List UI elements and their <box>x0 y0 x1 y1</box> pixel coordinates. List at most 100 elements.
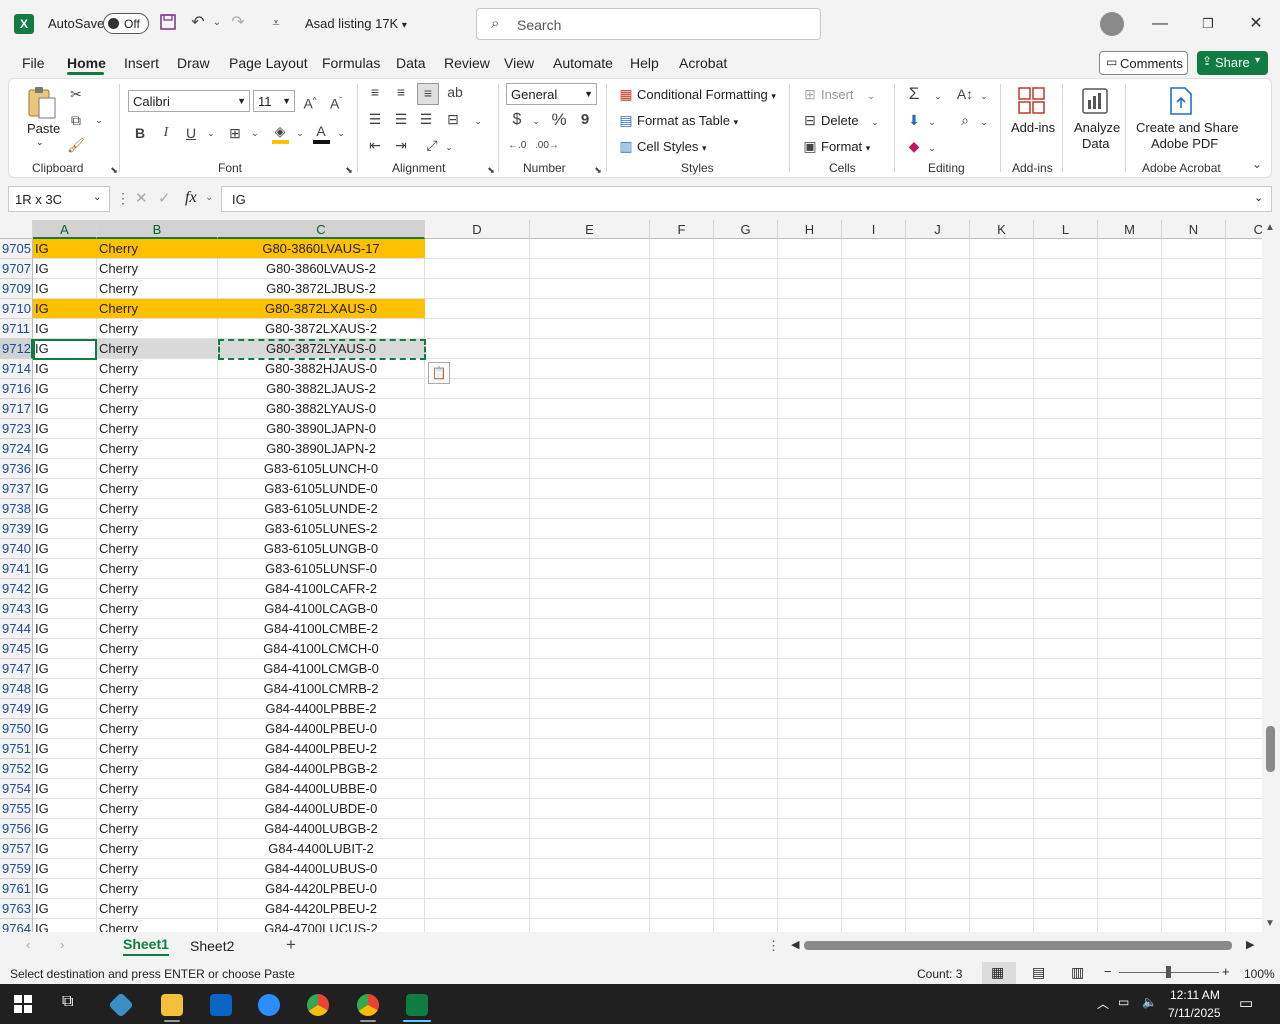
select-all-corner[interactable] <box>0 220 33 239</box>
cell-b[interactable]: Cherry <box>97 799 218 819</box>
font-size-dropdown[interactable]: 11 ▼ <box>253 90 295 112</box>
italic-button[interactable]: I <box>157 124 175 142</box>
cancel-entry-icon[interactable]: ✕ <box>135 189 148 207</box>
row-header[interactable]: 9759 <box>0 859 33 879</box>
tab-file[interactable]: File <box>22 55 45 71</box>
cell-a[interactable]: IG <box>33 899 97 919</box>
cell-b[interactable]: Cherry <box>97 719 218 739</box>
column-header-l[interactable]: L <box>1034 220 1098 239</box>
cell-c[interactable]: G80-3882HJAUS-0 <box>218 359 425 379</box>
cell-b[interactable]: Cherry <box>97 459 218 479</box>
align-middle-icon[interactable]: ≡ <box>392 83 410 101</box>
cell-b[interactable]: Cherry <box>97 899 218 919</box>
cell-a[interactable]: IG <box>33 299 97 319</box>
cell-b[interactable]: Cherry <box>97 919 218 932</box>
tab-page-layout[interactable]: Page Layout <box>229 55 308 71</box>
orientation-icon[interactable]: ⤢ <box>423 136 441 154</box>
cell-b[interactable]: Cherry <box>97 379 218 399</box>
align-left-icon[interactable]: ☰ <box>366 110 384 128</box>
column-header-o[interactable]: C <box>1226 220 1262 239</box>
row-header[interactable]: 9717 <box>0 399 33 419</box>
cell-a[interactable]: IG <box>33 739 97 759</box>
cell-c[interactable]: G80-3890LJAPN-2 <box>218 439 425 459</box>
borders-icon[interactable]: ⊞ <box>226 124 244 142</box>
underline-button[interactable]: U <box>182 124 200 142</box>
paste-icon[interactable] <box>26 86 58 120</box>
row-header[interactable]: 9741 <box>0 559 33 579</box>
row-header[interactable]: 9736 <box>0 459 33 479</box>
cell-c[interactable]: G84-4100LCMBE-2 <box>218 619 425 639</box>
row-header[interactable]: 9750 <box>0 719 33 739</box>
cell-c[interactable]: G83-6105LUNSF-0 <box>218 559 425 579</box>
cell-b[interactable]: Cherry <box>97 479 218 499</box>
cell-c[interactable]: G83-6105LUNCH-0 <box>218 459 425 479</box>
cell-b[interactable]: Cherry <box>97 739 218 759</box>
cell-a[interactable]: IG <box>33 719 97 739</box>
tab-help[interactable]: Help <box>630 55 659 71</box>
row-header[interactable]: 9751 <box>0 739 33 759</box>
customize-icon[interactable]: ⩡ <box>266 13 286 33</box>
delete-cells-button[interactable]: Delete <box>821 113 859 128</box>
percent-icon[interactable]: % <box>550 111 568 129</box>
spreadsheet-grid[interactable]: A B C D E F G H I J K L M N C 9705 IG Cher… <box>0 220 1262 932</box>
cell-a[interactable]: IG <box>33 439 97 459</box>
expand-formula-icon[interactable]: ⌄ <box>1254 191 1263 204</box>
cell-a[interactable]: IG <box>33 279 97 299</box>
windows-start-icon[interactable] <box>14 995 32 1013</box>
row-header[interactable]: 9739 <box>0 519 33 539</box>
cell-c[interactable]: G80-3890LJAPN-0 <box>218 419 425 439</box>
cell-c[interactable]: G83-6105LUNDE-2 <box>218 499 425 519</box>
row-header[interactable]: 9738 <box>0 499 33 519</box>
cell-a[interactable]: IG <box>33 379 97 399</box>
cell-b[interactable]: Cherry <box>97 559 218 579</box>
notifications-icon[interactable]: ▭ <box>1239 994 1253 1012</box>
row-header[interactable]: 9749 <box>0 699 33 719</box>
network-icon[interactable]: ▭ <box>1118 995 1129 1009</box>
undo-icon[interactable]: ↶ <box>188 13 208 33</box>
clear-dropdown-icon[interactable]: ⌄ <box>923 139 941 157</box>
zoom-slider-knob[interactable] <box>1166 966 1171 978</box>
name-box[interactable]: 1R x 3C ⌄ <box>8 186 110 212</box>
zoom-out-icon[interactable]: − <box>1104 964 1112 979</box>
chrome-profile-icon[interactable] <box>357 994 379 1016</box>
decrease-font-icon[interactable]: Aˇ <box>327 92 345 112</box>
column-header-a[interactable]: A <box>33 220 97 239</box>
cut-icon[interactable]: ✂ <box>67 85 85 103</box>
decrease-indent-icon[interactable]: ⇤ <box>366 136 384 154</box>
minimize-icon[interactable]: — <box>1148 12 1172 36</box>
row-header[interactable]: 9745 <box>0 639 33 659</box>
tab-acrobat[interactable]: Acrobat <box>679 55 727 71</box>
cell-c[interactable]: G84-4400LPBEU-2 <box>218 739 425 759</box>
vertical-scroll-thumb[interactable] <box>1266 726 1275 772</box>
comma-style-icon[interactable]: 9 <box>576 111 594 129</box>
cell-a[interactable]: IG <box>33 679 97 699</box>
row-header[interactable]: 9724 <box>0 439 33 459</box>
cell-c[interactable]: G84-4100LCAFR-2 <box>218 579 425 599</box>
fill-color-icon[interactable]: ◈ <box>271 122 289 144</box>
cell-c[interactable]: G84-4400LPBEU-0 <box>218 719 425 739</box>
column-header-f[interactable]: F <box>650 220 714 239</box>
paste-options-icon[interactable]: 📋 <box>428 362 450 384</box>
cell-c[interactable]: G84-4400LUBUS-0 <box>218 859 425 879</box>
font-color-dropdown-icon[interactable]: ⌄ <box>332 124 350 142</box>
cell-b[interactable]: Cherry <box>97 879 218 899</box>
page-break-view-icon[interactable]: ▥ <box>1071 964 1084 981</box>
row-header[interactable]: 9737 <box>0 479 33 499</box>
cell-c[interactable]: G80-3882LYAUS-0 <box>218 399 425 419</box>
column-header-n[interactable]: N <box>1162 220 1226 239</box>
more-options-icon[interactable]: ⋮ <box>116 190 130 207</box>
row-header[interactable]: 9752 <box>0 759 33 779</box>
more-sheets-icon[interactable]: ⋮ <box>767 938 780 954</box>
column-header-d[interactable]: D <box>425 220 530 239</box>
share-button[interactable]: ⇪ Share ▾ <box>1197 51 1268 75</box>
cell-c[interactable]: G80-3872LJBUS-2 <box>218 279 425 299</box>
cell-c[interactable]: G84-4100LCMCH-0 <box>218 639 425 659</box>
create-share-label-1[interactable]: Create and Share <box>1136 120 1239 135</box>
paste-dropdown-icon[interactable]: ⌄ <box>36 137 44 148</box>
cell-c[interactable]: G80-3872LXAUS-0 <box>218 299 425 319</box>
chrome-icon[interactable] <box>307 994 329 1016</box>
cell-c[interactable]: G83-6105LUNDE-0 <box>218 479 425 499</box>
cell-a[interactable]: IG <box>33 399 97 419</box>
cell-b[interactable]: Cherry <box>97 759 218 779</box>
bold-button[interactable]: B <box>131 124 149 142</box>
